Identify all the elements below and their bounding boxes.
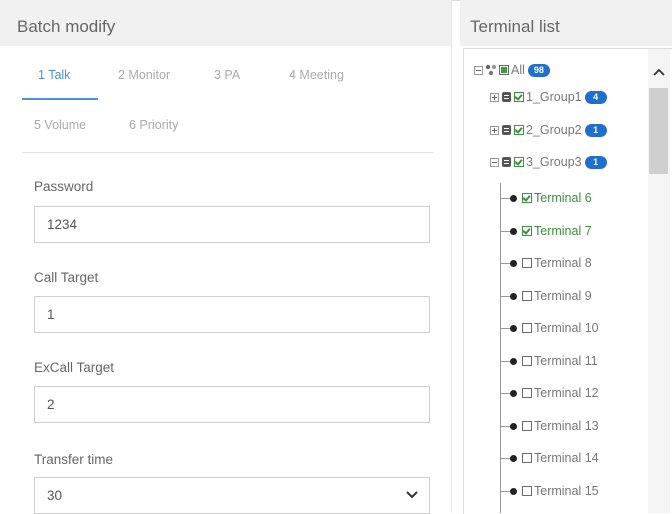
tree-group-1[interactable]: 1_Group1 4	[490, 88, 607, 106]
checkbox[interactable]	[514, 125, 524, 135]
terminal-label: Terminal 12	[534, 386, 599, 400]
terminal-row[interactable]: Terminal 7	[510, 222, 592, 240]
tab-priority[interactable]: 6 Priority	[129, 118, 178, 132]
terminal-label: Terminal 13	[534, 419, 599, 433]
terminal-label: Terminal 15	[534, 484, 599, 498]
checkbox[interactable]	[514, 92, 524, 102]
expand-toggle-icon[interactable]	[490, 157, 499, 167]
checkbox[interactable]	[522, 388, 532, 398]
group-folder-icon	[502, 125, 511, 135]
checkbox[interactable]	[522, 453, 532, 463]
checkbox[interactable]	[522, 226, 532, 236]
call-target-input[interactable]: 1	[34, 296, 430, 333]
tree-branch-line	[500, 231, 510, 232]
terminal-row[interactable]: Terminal 11	[510, 352, 598, 370]
transfer-time-label: Transfer time	[34, 452, 114, 467]
tree-branch-line	[500, 426, 510, 427]
chevron-down-icon	[406, 491, 418, 499]
terminal-label: Terminal 11	[534, 354, 598, 368]
checkbox[interactable]	[522, 323, 532, 333]
group-label: 1_Group1	[526, 90, 582, 104]
count-badge: 1	[584, 123, 607, 137]
terminal-dot-icon	[510, 389, 517, 397]
terminal-label: Terminal 14	[534, 451, 599, 465]
checkbox[interactable]	[522, 193, 532, 203]
terminal-row[interactable]: Terminal 12	[510, 384, 599, 402]
checkbox[interactable]	[522, 356, 532, 366]
scroll-up-arrow-icon[interactable]	[651, 66, 667, 78]
tree-branch-line	[500, 393, 510, 394]
tree-branch-line	[500, 296, 510, 297]
terminal-row[interactable]: Terminal 14	[510, 449, 599, 467]
count-badge: 1	[584, 155, 607, 169]
tab-meeting[interactable]: 4 Meeting	[289, 68, 344, 82]
terminal-dot-icon	[510, 422, 517, 430]
terminal-dot-icon	[510, 259, 517, 267]
terminal-dot-icon	[510, 194, 517, 202]
terminal-dot-icon	[510, 454, 517, 462]
terminal-label: Terminal 10	[534, 321, 599, 335]
terminal-row[interactable]: Terminal 10	[510, 319, 599, 337]
root-label: All	[511, 63, 525, 77]
terminal-label: Terminal 9	[534, 289, 592, 303]
terminal-label: Terminal 6	[534, 191, 592, 205]
terminal-row[interactable]: Terminal 15	[510, 482, 599, 500]
tab-volume[interactable]: 5 Volume	[34, 118, 86, 132]
count-badge: 4	[584, 90, 607, 104]
group-label: 2_Group2	[526, 123, 582, 137]
checkbox[interactable]	[522, 486, 532, 496]
active-tab-indicator	[22, 98, 98, 100]
tree-connector	[500, 183, 501, 513]
checkbox[interactable]	[522, 291, 532, 301]
tree-branch-line	[500, 263, 510, 264]
tree-group-2[interactable]: 2_Group2 1	[490, 121, 607, 139]
expand-toggle-icon[interactable]	[490, 92, 499, 102]
tab-monitor[interactable]: 2 Monitor	[118, 68, 170, 82]
tree-branch-line	[500, 458, 510, 459]
batch-modify-title: Batch modify	[17, 17, 116, 36]
terminal-row[interactable]: Terminal 6	[510, 189, 592, 207]
terminal-label: Terminal 8	[534, 256, 592, 270]
terminal-dot-icon	[510, 487, 517, 495]
panel-divider	[451, 0, 452, 513]
call-target-label: Call Target	[34, 270, 99, 285]
group-folder-icon	[502, 92, 511, 102]
excall-target-input[interactable]: 2	[34, 386, 430, 423]
tab-talk[interactable]: 1 Talk	[38, 68, 70, 82]
excall-target-label: ExCall Target	[34, 360, 115, 375]
terminal-dot-icon	[510, 227, 517, 235]
tabs-divider	[22, 152, 433, 153]
checkbox[interactable]	[514, 157, 524, 167]
tab-pa[interactable]: 3 PA	[214, 68, 240, 82]
terminal-tree	[463, 48, 672, 514]
transfer-time-value: 30	[47, 488, 63, 503]
terminal-row[interactable]: Terminal 13	[510, 417, 599, 435]
expand-toggle-icon[interactable]	[474, 65, 483, 75]
checkbox[interactable]	[499, 65, 509, 75]
tree-branch-line	[500, 198, 510, 199]
group-folder-icon	[502, 157, 511, 167]
terminal-row[interactable]: Terminal 9	[510, 287, 592, 305]
checkbox[interactable]	[522, 258, 532, 268]
tree-root-all[interactable]: All 98	[474, 61, 550, 79]
tree-branch-line	[500, 361, 510, 362]
expand-toggle-icon[interactable]	[490, 125, 499, 135]
tree-branch-line	[500, 491, 510, 492]
password-label: Password	[34, 179, 94, 194]
count-badge: 98	[527, 63, 550, 77]
checkbox[interactable]	[522, 421, 532, 431]
terminal-list-title: Terminal list	[470, 17, 560, 36]
transfer-time-select[interactable]: 30	[34, 477, 430, 514]
terminal-dot-icon	[510, 324, 517, 332]
terminal-row[interactable]: Terminal 8	[510, 254, 592, 272]
terminal-dot-icon	[510, 292, 517, 300]
terminal-dot-icon	[510, 357, 517, 365]
terminal-label: Terminal 7	[534, 224, 592, 238]
tree-group-3[interactable]: 3_Group3 1	[490, 153, 607, 171]
scrollbar-thumb[interactable]	[649, 88, 668, 174]
tree-branch-line	[500, 328, 510, 329]
group-label: 3_Group3	[526, 155, 582, 169]
network-group-icon	[485, 64, 497, 76]
password-input[interactable]: 1234	[34, 206, 430, 243]
